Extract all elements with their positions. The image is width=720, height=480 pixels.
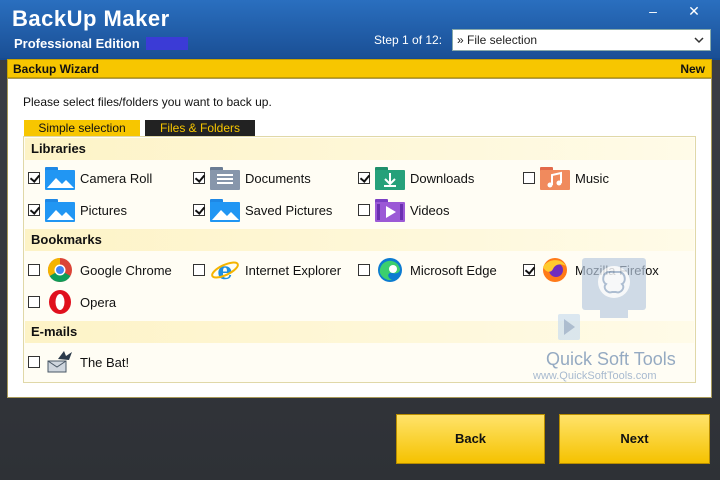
music-folder-icon xyxy=(539,165,571,191)
checkbox[interactable] xyxy=(358,172,370,184)
internet-explorer-icon: e xyxy=(209,256,241,285)
item-label: Downloads xyxy=(410,170,475,186)
step-selected-value: » File selection xyxy=(457,33,538,47)
item-label: Videos xyxy=(410,202,450,218)
saved-pictures-folder-icon xyxy=(209,197,241,223)
library-item-downloads[interactable]: Downloads xyxy=(358,165,474,191)
bookmark-item-edge[interactable]: Microsoft Edge xyxy=(358,257,497,283)
close-button[interactable]: ✕ xyxy=(672,0,716,22)
chrome-icon xyxy=(44,257,76,283)
checkbox[interactable] xyxy=(358,264,370,276)
documents-folder-icon xyxy=(209,165,241,191)
checkbox[interactable] xyxy=(523,264,535,276)
library-item-saved-pictures[interactable]: Saved Pictures xyxy=(193,197,332,223)
item-label: The Bat! xyxy=(80,354,130,370)
bookmark-item-chrome[interactable]: Google Chrome xyxy=(28,257,172,283)
back-button[interactable]: Back xyxy=(396,414,545,464)
checkbox[interactable] xyxy=(523,172,535,184)
step-label: Step 1 of 12: xyxy=(374,33,443,47)
instruction-text: Please select files/folders you want to … xyxy=(23,95,272,109)
item-label: Opera xyxy=(80,294,117,310)
library-item-documents[interactable]: Documents xyxy=(193,165,311,191)
library-item-camera-roll[interactable]: Camera Roll xyxy=(28,165,152,191)
email-item-the-bat[interactable]: The Bat! xyxy=(28,349,129,375)
opera-icon xyxy=(44,289,76,315)
chevron-down-icon xyxy=(694,30,704,58)
the-bat-icon xyxy=(44,349,76,375)
new-badge: New xyxy=(680,62,705,76)
bookmark-item-opera[interactable]: Opera xyxy=(28,289,116,315)
edition-badge xyxy=(146,37,188,50)
camera-roll-folder-icon xyxy=(44,165,76,191)
item-label: Camera Roll xyxy=(80,170,153,186)
checkbox[interactable] xyxy=(358,204,370,216)
watermark-text: Quick Soft Tools xyxy=(546,349,676,369)
item-label: Pictures xyxy=(80,202,127,218)
title-bar: BackUp Maker Professional Edition – ✕ St… xyxy=(0,0,720,58)
backup-maker-window: BackUp Maker Professional Edition – ✕ St… xyxy=(0,0,720,480)
library-item-pictures[interactable]: Pictures xyxy=(28,197,127,223)
minimize-button[interactable]: – xyxy=(636,0,670,22)
checkbox[interactable] xyxy=(193,264,205,276)
section-bookmarks-title: Bookmarks xyxy=(25,229,694,251)
bookmark-item-internet-explorer[interactable]: e Internet Explorer xyxy=(193,256,342,285)
checkbox[interactable] xyxy=(28,264,40,276)
tab-simple-selection[interactable]: Simple selection xyxy=(24,120,140,136)
item-label: Google Chrome xyxy=(80,262,172,278)
checkbox[interactable] xyxy=(28,356,40,368)
wizard-header: Backup Wizard New xyxy=(7,59,712,78)
videos-folder-icon xyxy=(374,197,406,223)
checkbox[interactable] xyxy=(193,172,205,184)
checkbox[interactable] xyxy=(28,296,40,308)
section-libraries-title: Libraries xyxy=(25,138,694,160)
item-label: Saved Pictures xyxy=(245,202,333,218)
item-label: Music xyxy=(575,170,609,186)
pictures-folder-icon xyxy=(44,197,76,223)
step-select[interactable]: » File selection xyxy=(452,29,711,51)
app-title: BackUp Maker xyxy=(12,6,170,31)
item-label: Microsoft Edge xyxy=(410,262,497,278)
edition-label: Professional Edition xyxy=(14,36,140,51)
library-item-music[interactable]: Music xyxy=(523,165,609,191)
watermark-url: www.QuickSoftTools.com xyxy=(533,370,657,382)
next-button[interactable]: Next xyxy=(559,414,710,464)
svg-text:e: e xyxy=(217,257,232,283)
wizard-title: Backup Wizard xyxy=(13,62,99,76)
item-label: Documents xyxy=(245,170,311,186)
edge-icon xyxy=(374,257,406,283)
checkbox[interactable] xyxy=(28,172,40,184)
checkbox[interactable] xyxy=(193,204,205,216)
downloads-folder-icon xyxy=(374,165,406,191)
checkbox[interactable] xyxy=(28,204,40,216)
library-item-videos[interactable]: Videos xyxy=(358,197,450,223)
tab-files-folders[interactable]: Files & Folders xyxy=(145,120,255,136)
item-label: Internet Explorer xyxy=(245,262,342,278)
